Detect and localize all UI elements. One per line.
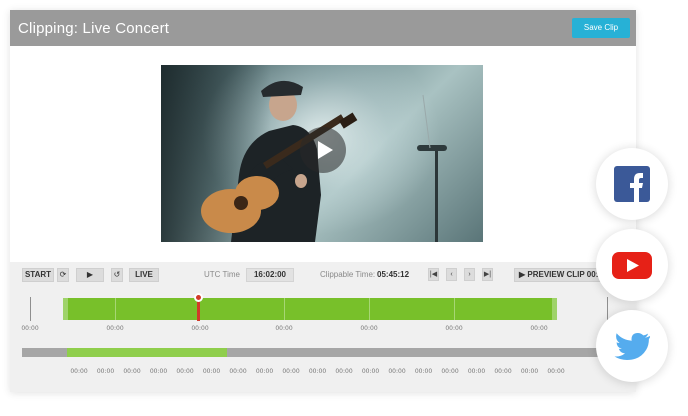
skip-back-icon[interactable]: |◀: [428, 268, 439, 281]
timeline-tick-label: 00:00: [21, 325, 39, 332]
track-tick-label: 00:00: [441, 368, 459, 375]
track-tick-label: 00:00: [282, 368, 300, 375]
utc-time-label: UTC Time: [204, 270, 240, 279]
track-tick-label: 00:00: [255, 368, 274, 375]
play-button[interactable]: [300, 127, 346, 173]
playhead-handle[interactable]: [194, 293, 203, 302]
clip-editor-card: Clipping: Live Concert Save Clip START ⟳…: [10, 10, 636, 392]
start-button[interactable]: START: [22, 268, 54, 282]
overview-track[interactable]: [22, 348, 622, 357]
timeline-tick-label: 00:00: [191, 325, 209, 332]
track-tick-label: 00:00: [96, 368, 115, 375]
clip-grid-line: [369, 298, 370, 320]
clippable-time-value: 05:45:12: [377, 270, 410, 279]
twitter-icon: [614, 333, 651, 360]
timeline-tick-label: 00:00: [530, 325, 548, 332]
clippable-time-label: Clippable Time:: [320, 270, 376, 279]
track-tick-label: 00:00: [388, 368, 406, 375]
facebook-icon: [614, 166, 650, 202]
clip-grid-line: [454, 298, 455, 320]
youtube-icon: [612, 252, 652, 279]
track-tick-label: 00:00: [202, 368, 221, 375]
playhead-line[interactable]: [197, 299, 200, 321]
track-tick-label: 00:00: [547, 368, 565, 375]
undo-icon[interactable]: ↺: [111, 268, 123, 282]
track-tick-label: 00:00: [335, 368, 353, 375]
track-tick-label: 00:00: [361, 368, 380, 375]
step-back-icon[interactable]: ‹: [446, 268, 457, 281]
share-youtube-button[interactable]: [596, 229, 668, 301]
track-tick-label: 00:00: [494, 368, 512, 375]
track-tick-label: 00:00: [308, 368, 327, 375]
reload-icon[interactable]: ⟳: [57, 268, 69, 282]
step-forward-icon[interactable]: ›: [464, 268, 475, 281]
track-tick-label: 00:00: [70, 368, 88, 375]
title-bar: Clipping: Live Concert Save Clip: [10, 10, 636, 46]
play-icon: [318, 141, 333, 159]
skip-forward-icon[interactable]: ▶|: [482, 268, 493, 281]
timeline-tick-label: 00:00: [360, 325, 378, 332]
track-tick-label: 00:00: [520, 368, 539, 375]
clip-end-handle[interactable]: [552, 298, 557, 320]
track-tick-label: 00:00: [123, 368, 141, 375]
overview-selection[interactable]: [67, 348, 227, 357]
timeline-tick-label: 00:00: [106, 325, 124, 332]
timeline-tick-label: 00:00: [275, 325, 293, 332]
track-tick-label: 00:00: [467, 368, 486, 375]
clip-range-bar[interactable]: [63, 298, 557, 320]
share-facebook-button[interactable]: [596, 148, 668, 220]
clip-grid-line: [115, 298, 116, 320]
video-player[interactable]: [161, 65, 483, 242]
clip-start-handle[interactable]: [63, 298, 68, 320]
timeline-tick-label: 00:00: [445, 325, 463, 332]
timeline-start-marker: [30, 297, 31, 321]
page-title: Clipping: Live Concert: [18, 20, 170, 37]
play-small-button[interactable]: ▶: [76, 268, 104, 282]
clip-grid-line: [284, 298, 285, 320]
utc-time-value: 16:02:00: [246, 268, 294, 282]
save-clip-button[interactable]: Save Clip: [572, 18, 630, 38]
share-twitter-button[interactable]: [596, 310, 668, 382]
live-button[interactable]: LIVE: [129, 268, 159, 282]
track-tick-label: 00:00: [176, 368, 194, 375]
track-tick-label: 00:00: [149, 368, 168, 375]
track-tick-label: 00:00: [229, 368, 247, 375]
track-tick-label: 00:00: [414, 368, 433, 375]
